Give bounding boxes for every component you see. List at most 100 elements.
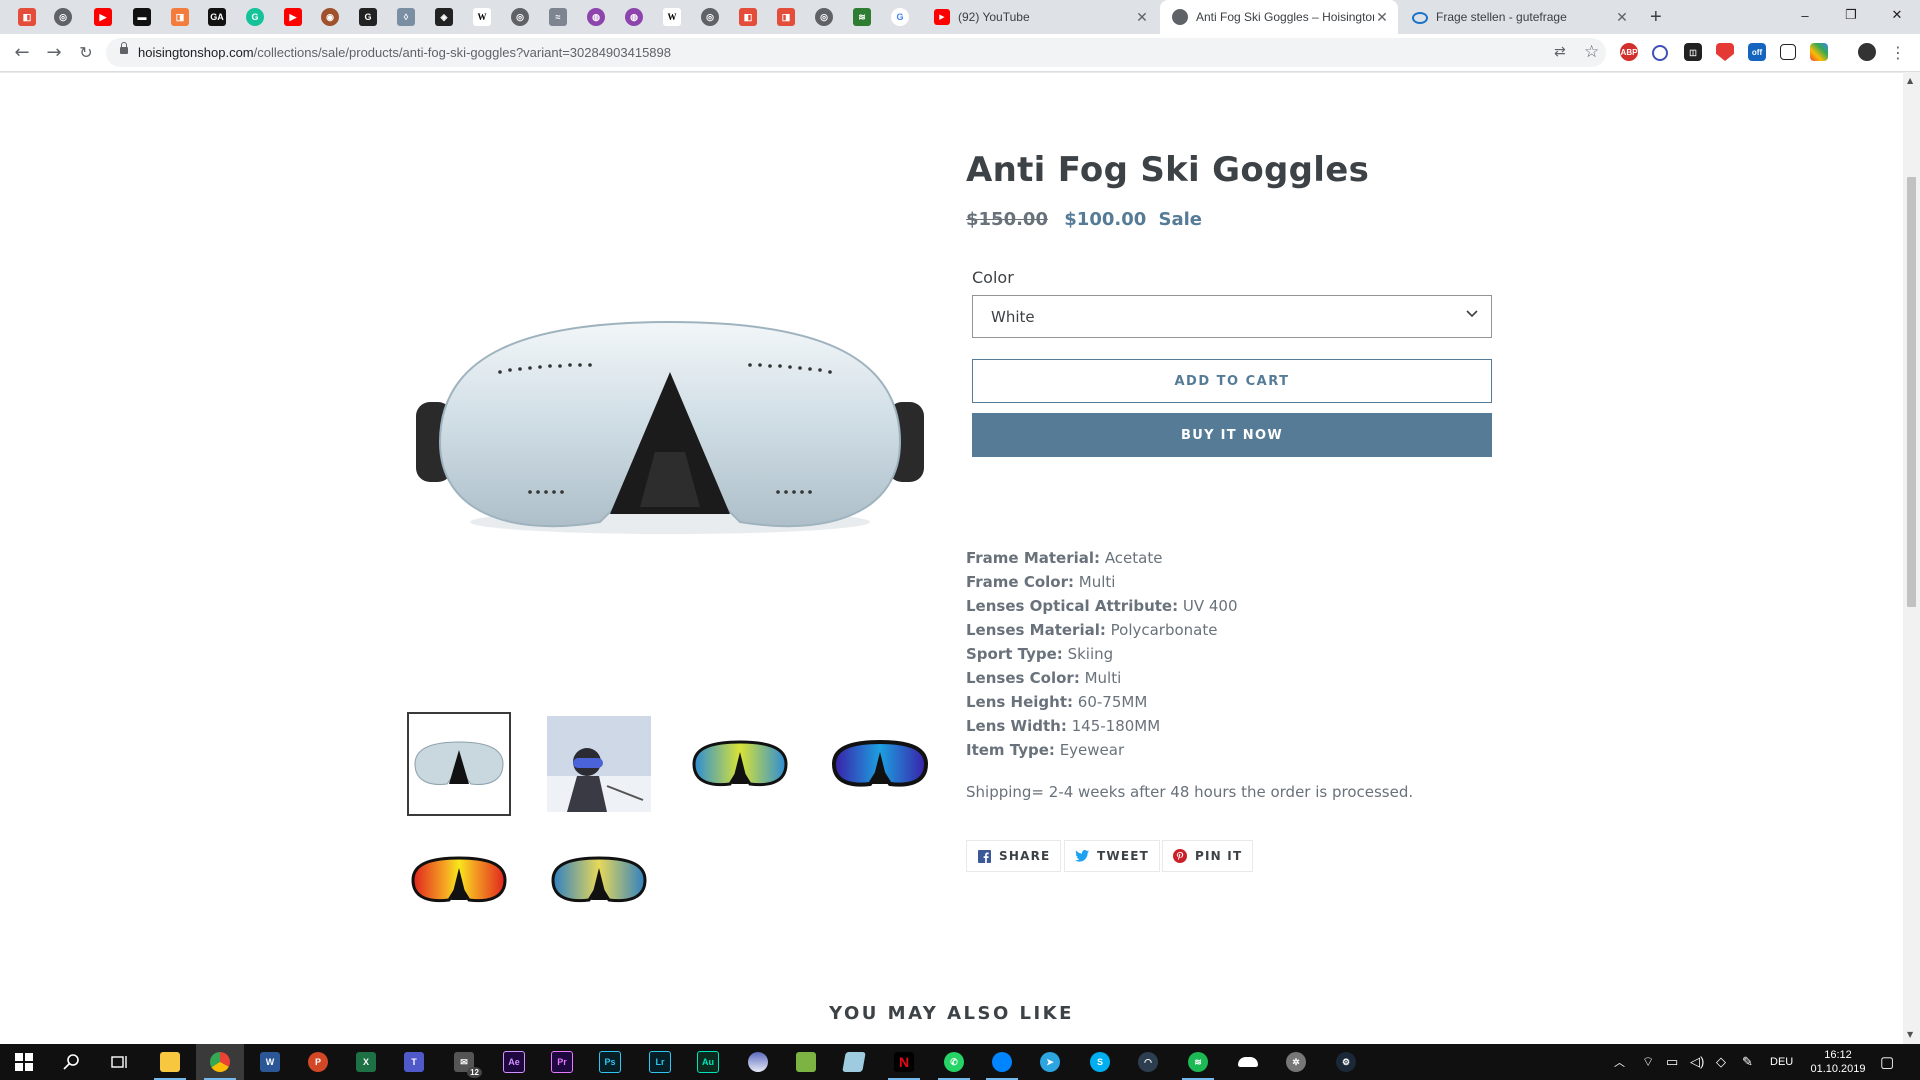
taskbar-word[interactable]: W [246,1044,294,1080]
taskbar-app-glass[interactable] [830,1044,878,1080]
taskbar-telegram[interactable]: ➤ [1026,1044,1074,1080]
pinned-tab-1[interactable]: ◧ [18,8,36,26]
pinned-tab-youtube[interactable]: ▶ [94,8,112,26]
thumbnail-gold-goggles[interactable] [547,828,651,932]
scroll-down-icon[interactable]: ▼ [1907,1030,1913,1039]
pinned-tab-22[interactable]: ◎ [815,8,833,26]
pinned-tab-grammarly[interactable]: G [246,8,264,26]
taskbar-app-spiral[interactable]: ✲ [1272,1044,1320,1080]
taskbar-excel[interactable]: X [342,1044,390,1080]
taskbar-file-explorer[interactable] [146,1044,194,1080]
buy-it-now-button[interactable]: BUY IT NOW [972,413,1492,457]
pinned-tab-23[interactable]: ≋ [853,8,871,26]
start-button[interactable] [0,1044,48,1080]
restore-button[interactable]: ❐ [1828,0,1874,30]
pinned-tab-google[interactable]: G [891,8,909,26]
taskbar-notepad[interactable] [782,1044,830,1080]
close-icon[interactable]: ✕ [1374,9,1390,26]
thumbnail-skier[interactable] [547,712,651,816]
task-view-button[interactable] [96,1044,144,1080]
tab-active[interactable]: Anti Fog Ski Goggles – Hoisington ✕ [1160,0,1398,34]
bookmark-star-icon[interactable]: ☆ [1584,42,1599,62]
page-scrollbar[interactable]: ▲ ▼ [1903,72,1920,1044]
system-clock[interactable]: 16:12 01.10.2019 [1808,1048,1868,1076]
pinned-tab-10[interactable]: G [359,8,377,26]
adblock-icon[interactable]: ABP [1620,43,1638,61]
translate-icon[interactable]: ⇄ [1554,44,1566,60]
scrollbar-thumb[interactable] [1907,177,1916,607]
taskbar-spotify[interactable]: ≋ [1174,1044,1222,1080]
google-extension-icon[interactable] [1810,43,1828,61]
pinned-tab-youtube-2[interactable]: ▶ [284,8,302,26]
taskbar-headset[interactable]: ◠ [1124,1044,1172,1080]
close-window-button[interactable]: ✕ [1874,0,1920,30]
thumbnail-blue-goggles[interactable] [828,712,932,816]
url-text[interactable]: hoisingtonshop.com/collections/sale/prod… [138,45,671,60]
taskbar-mail[interactable]: ✉ 12 [440,1044,488,1080]
share-twitter-button[interactable]: TWEET [1064,840,1161,872]
back-button[interactable]: ← [10,40,34,64]
notifications-icon[interactable]: ▢ [1880,1044,1894,1080]
thumbnail-white-goggles[interactable] [407,712,511,816]
taskbar-messenger[interactable] [978,1044,1026,1080]
block-icon[interactable] [1652,45,1668,61]
taskbar-app-orb[interactable] [734,1044,782,1080]
share-facebook-button[interactable]: SHARE [966,840,1062,872]
power-icon[interactable]: ▭ [1666,1044,1678,1080]
pinned-tab-wikipedia[interactable]: W [473,8,491,26]
pinned-tab-15[interactable]: ≈ [549,8,567,26]
pinned-tab-2[interactable]: ◎ [54,8,72,26]
pinned-tab-wikipedia-2[interactable]: W [663,8,681,26]
minimize-button[interactable]: – [1782,0,1828,30]
pinned-tab-14[interactable]: ◎ [511,8,529,26]
taskbar-powerpoint[interactable]: P [294,1044,342,1080]
tab-gutefrage[interactable]: Frage stellen - gutefrage ✕ [1400,0,1638,34]
taskbar-netflix[interactable]: N [880,1044,928,1080]
search-button[interactable] [48,1044,96,1080]
taskbar-premiere[interactable]: Pr [538,1044,586,1080]
add-to-cart-button[interactable]: ADD TO CART [972,359,1492,403]
taskbar-soundcloud[interactable] [1224,1044,1272,1080]
new-tab-button[interactable]: + [1650,6,1662,29]
thumbnail-red-goggles[interactable] [407,828,511,932]
color-select[interactable]: White [972,295,1492,338]
close-icon[interactable]: ✕ [1134,9,1150,26]
taskbar-whatsapp[interactable]: ✆ [930,1044,978,1080]
pinned-tab-21[interactable]: ◨ [777,8,795,26]
address-bar[interactable]: hoisingtonshop.com/collections/sale/prod… [106,38,1606,67]
taskbar-skype[interactable]: S [1076,1044,1124,1080]
taskbar-photoshop[interactable]: Ps [586,1044,634,1080]
language-indicator[interactable]: DEU [1770,1044,1793,1080]
pinned-tab-9[interactable]: ◉ [321,8,339,26]
avatar[interactable] [1858,43,1876,61]
product-main-image[interactable] [410,292,930,552]
pinned-tab-4[interactable]: ▬ [133,8,151,26]
scroll-up-icon[interactable]: ▲ [1907,76,1913,85]
pinned-tab-17[interactable]: ◍ [625,8,643,26]
taskbar-chrome[interactable] [196,1044,244,1080]
reload-button[interactable]: ↻ [74,40,98,64]
taskbar-audition[interactable]: Au [684,1044,732,1080]
pinned-tab-20[interactable]: ◧ [739,8,757,26]
pinned-tab-5[interactable]: ◨ [171,8,189,26]
extension-icon[interactable]: ◫ [1684,43,1702,61]
shield-icon[interactable] [1716,43,1734,61]
pinned-tab-6[interactable]: GA [208,8,226,26]
thumbnail-rainbow-goggles[interactable] [688,712,792,816]
menu-icon[interactable]: ⋮ [1886,40,1910,64]
pinned-tab-19[interactable]: ◎ [701,8,719,26]
taskbar-lightroom[interactable]: Lr [636,1044,684,1080]
forward-button[interactable]: → [42,40,66,64]
cube-icon[interactable] [1780,44,1796,60]
tray-overflow-icon[interactable]: ︿ [1614,1044,1625,1080]
close-icon[interactable]: ✕ [1614,9,1630,26]
share-pinterest-button[interactable]: PIN IT [1162,840,1254,872]
taskbar-after-effects[interactable]: Ae [490,1044,538,1080]
volume-icon[interactable]: ◁) [1690,1044,1704,1080]
pinned-tab-12[interactable]: ◈ [435,8,453,26]
network-icon[interactable]: ⌔ [1642,1044,1654,1080]
dropbox-icon[interactable]: ◇ [1716,1044,1726,1080]
taskbar-steam[interactable]: ⚙ [1322,1044,1370,1080]
honey-icon[interactable]: off [1748,43,1766,61]
pinned-tab-11[interactable]: ◊ [397,8,415,26]
